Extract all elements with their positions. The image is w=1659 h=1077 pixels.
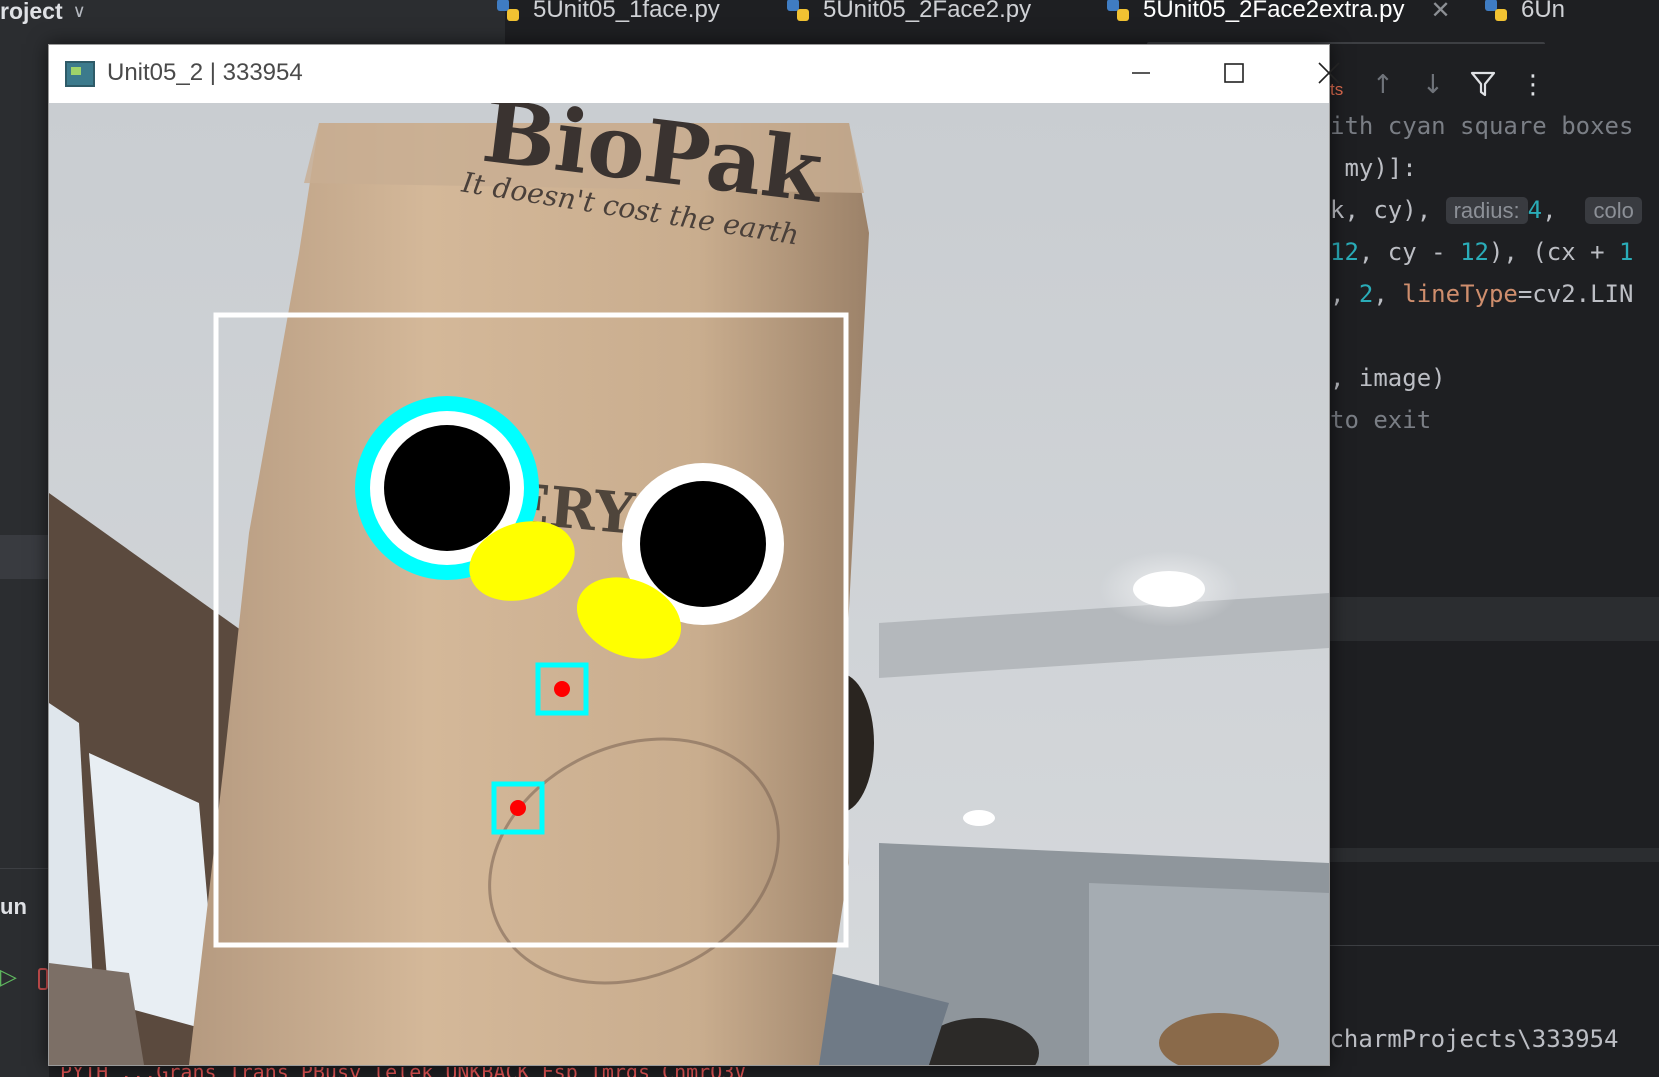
python-file-icon [497,0,519,21]
nose-landmark-dot [554,681,570,697]
code-line: , 2, lineType=cv2.LIN [1330,280,1634,308]
window-titlebar[interactable]: Unit05_2 | 333954 [49,45,1340,103]
camera-scene: BioPak It doesn't cost the earth ERY [49,103,1329,1065]
editor-toolbar: ↑ ↓ ⋮ [1330,70,1659,110]
python-file-icon [1485,0,1507,21]
curtain [49,963,144,1065]
left-eye-pupil [384,425,510,551]
stop-icon[interactable] [38,968,48,990]
python-file-icon [1107,0,1129,21]
opencv-window[interactable]: Unit05_2 | 333954 BioPak It doesn't cost… [48,44,1340,1066]
project-menu[interactable]: roject ∨ [0,0,86,24]
console-error-text: PYTH ...Grans Trans PBusy lelek UNKBACK … [60,1067,960,1077]
tab-unit05-1face[interactable]: 5Unit05_1face.py [495,0,720,30]
parameter-hint: radius: [1445,197,1528,224]
tab-label: 5Unit05_1face.py [533,0,720,23]
maximize-icon [1224,63,1244,83]
tab-unit06[interactable]: 6Un [1483,0,1565,30]
tab-unit05-2face2extra[interactable]: 5Unit05_2Face2extra.py ✕ [1105,0,1451,30]
tab-label: 5Unit05_2Face2.py [823,0,1032,23]
code-line: ith cyan square boxes [1330,112,1634,140]
arrow-up-icon[interactable]: ↑ [1372,70,1394,100]
code-line: , image) [1330,364,1446,392]
close-icon [1318,62,1340,84]
minimize-icon [1132,72,1150,74]
app-icon [65,61,95,87]
camera-frame: BioPak It doesn't cost the earth ERY [49,103,1329,1065]
parameter-hint: colo [1585,197,1642,224]
chevron-down-icon: ∨ [72,0,86,21]
tab-label: 5Unit05_2Face2extra.py [1143,0,1405,23]
project-menu-label: roject [0,0,63,24]
arrow-down-icon[interactable]: ↓ [1422,70,1444,100]
console-divider [1330,945,1659,946]
ceiling-light-glow [1099,551,1239,627]
mouth-landmark-dot [510,800,526,816]
tool-window-divider[interactable] [1330,848,1659,862]
window-title: Unit05_2 | 333954 [107,59,303,86]
ceiling-light [963,810,995,826]
code-line: k, cy), radius: 4, colo [1330,196,1642,224]
run-panel-label: un [0,894,27,919]
code-line: to exit [1330,406,1432,434]
selected-tree-row[interactable] [0,535,49,579]
more-options-icon[interactable]: ⋮ [1520,70,1546,100]
right-eye-pupil [640,481,766,607]
rerun-icon[interactable]: ▷ [0,965,17,990]
python-file-icon [787,0,809,21]
minimize-button[interactable] [1119,53,1163,93]
close-button[interactable] [1307,53,1351,93]
filter-icon[interactable] [1470,70,1496,105]
code-line: my)]: [1330,154,1417,182]
code-line: 12, cy - 12), (cx + 1 [1330,238,1634,266]
tab-label: 6Un [1521,0,1566,23]
tab-unit05-2face2[interactable]: 5Unit05_2Face2.py [785,0,1031,30]
editor-tabs: 5Unit05_1face.py 5Unit05_2Face2.py 5Unit… [497,0,1659,44]
close-icon[interactable]: ✕ [1431,0,1451,25]
console-path-text: ycharmProjects\333954 [1315,1025,1619,1053]
panel-divider [0,868,49,869]
maximize-button[interactable] [1212,53,1256,93]
editor-highlight-band [1330,597,1659,641]
